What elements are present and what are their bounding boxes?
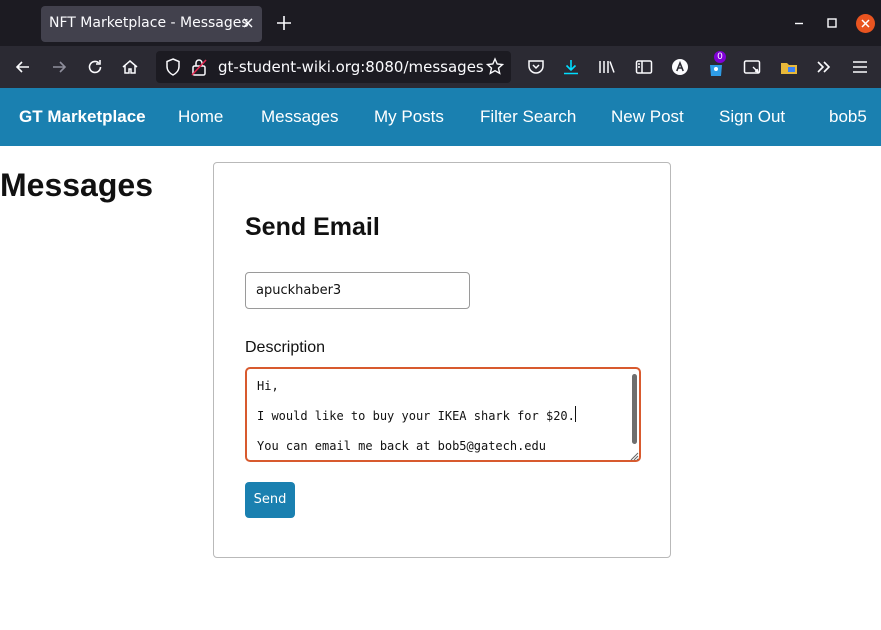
forward-icon[interactable]: [49, 57, 69, 77]
nav-link-home[interactable]: Home: [178, 107, 223, 127]
bookmark-star-icon[interactable]: [486, 57, 504, 77]
text-caret: [575, 406, 576, 422]
send-button[interactable]: Send: [245, 482, 295, 518]
nav-link-user[interactable]: bob5: [829, 107, 867, 127]
extension-count-badge: 0: [714, 51, 726, 63]
extension-badge-button[interactable]: 0: [706, 51, 726, 77]
url-bar[interactable]: gt-student-wiki.org:8080/messages: [156, 51, 511, 83]
send-email-card: Send Email apuckhaber3 Description Hi, I…: [213, 162, 671, 558]
minimize-icon[interactable]: [790, 14, 808, 32]
tab-title: NFT Marketplace - Messages: [49, 15, 249, 31]
overflow-chevron-icon[interactable]: [814, 57, 834, 77]
site-brand[interactable]: GT Marketplace: [19, 107, 146, 127]
site-navbar: GT Marketplace Home Messages My Posts Fi…: [0, 88, 881, 146]
description-line: I would like to buy your IKEA shark for …: [257, 409, 575, 423]
description-line: Hi,: [257, 379, 279, 393]
recipient-input[interactable]: apuckhaber3: [245, 272, 470, 309]
textarea-scrollbar[interactable]: [632, 374, 637, 444]
bookmarks-folder-icon[interactable]: [779, 57, 799, 77]
form-title: Send Email: [245, 213, 380, 241]
nav-link-sign-out[interactable]: Sign Out: [719, 107, 785, 127]
screenshot-icon[interactable]: [742, 57, 762, 77]
nav-link-filter-search[interactable]: Filter Search: [480, 107, 576, 127]
sidebar-icon[interactable]: [634, 57, 654, 77]
library-icon[interactable]: [597, 57, 617, 77]
downloads-icon[interactable]: [561, 57, 581, 77]
browser-toolbar: gt-student-wiki.org:8080/messages 0: [0, 46, 881, 88]
shield-icon[interactable]: [164, 57, 182, 77]
insecure-lock-icon[interactable]: [191, 57, 207, 77]
reload-icon[interactable]: [85, 57, 105, 77]
browser-tab-strip: NFT Marketplace - Messages ×: [0, 0, 881, 46]
resize-handle-icon[interactable]: [630, 452, 639, 461]
hamburger-menu-icon[interactable]: [850, 57, 870, 77]
back-icon[interactable]: [13, 57, 33, 77]
description-textarea[interactable]: Hi, I would like to buy your IKEA shark …: [245, 367, 641, 462]
tab-close-icon[interactable]: ×: [240, 14, 256, 32]
new-tab-icon[interactable]: [274, 13, 294, 33]
browser-tab[interactable]: NFT Marketplace - Messages ×: [41, 6, 262, 42]
page-title: Messages: [0, 167, 153, 203]
url-text[interactable]: gt-student-wiki.org:8080/messages: [218, 58, 484, 76]
pocket-icon[interactable]: [526, 57, 546, 77]
nav-link-my-posts[interactable]: My Posts: [374, 107, 444, 127]
description-label: Description: [245, 339, 326, 356]
nav-link-new-post[interactable]: New Post: [611, 107, 684, 127]
maximize-icon[interactable]: [823, 14, 841, 32]
description-line: You can email me back at bob5@gatech.edu: [257, 439, 546, 453]
window-close-icon[interactable]: [856, 14, 875, 33]
home-icon[interactable]: [120, 57, 140, 77]
nav-link-messages[interactable]: Messages: [261, 107, 338, 127]
account-icon[interactable]: [670, 57, 690, 77]
